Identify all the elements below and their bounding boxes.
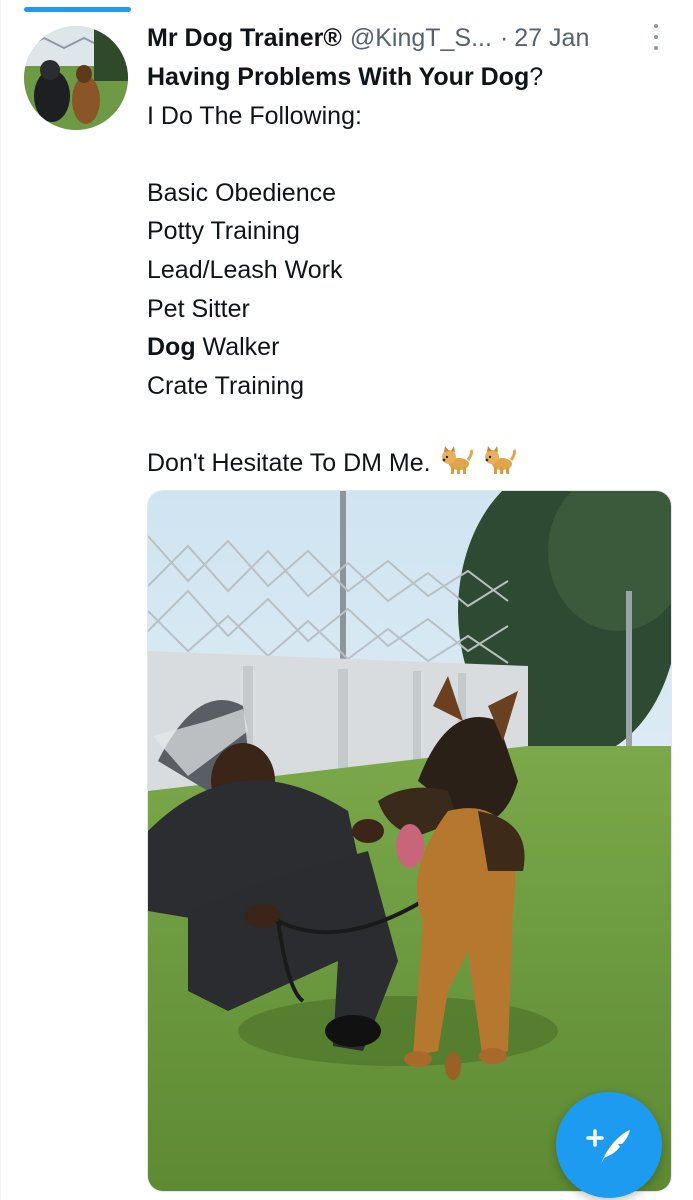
highlight-text: Having Problems With Your Dog (147, 63, 530, 91)
active-tab-indicator (24, 7, 131, 12)
tweet-line-5: Potty Training (147, 217, 300, 246)
highlight-text: Dog (147, 333, 196, 362)
tweet-line-8-rest: Walker (195, 333, 280, 362)
tweet-line-2: I Do The Following: (147, 101, 362, 130)
compose-tweet-icon (586, 1129, 630, 1164)
tweet-line-11-text: Don't Hesitate To DM Me. (147, 448, 431, 477)
timeline-border (0, 0, 1, 1200)
tweet-text: Having Problems With Your Dog? I Do The … (147, 58, 667, 483)
tweet-line-7: Pet Sitter (147, 294, 250, 323)
tweet-line-1: Having Problems With Your Dog? (147, 58, 667, 97)
tweet-line-6: Lead/Leash Work (147, 255, 343, 284)
dog-emoji-icon (440, 445, 474, 487)
author-name[interactable]: Mr Dog Trainer® (147, 24, 342, 53)
tweet-line-9: Crate Training (147, 371, 305, 400)
tweet-line-8: Dog Walker (147, 328, 667, 367)
question-mark: ? (529, 63, 544, 91)
author-handle[interactable]: @KingT_S... (350, 24, 492, 53)
tweet-photo[interactable] (147, 490, 672, 1192)
tweet-line-4: Basic Obedience (147, 178, 337, 207)
compose-tweet-button[interactable] (556, 1092, 662, 1198)
more-vertical-icon[interactable] (651, 24, 661, 50)
author-avatar[interactable] (24, 26, 128, 130)
tweet-date[interactable]: 27 Jan (514, 24, 589, 53)
tweet-header: Mr Dog Trainer® @KingT_S... · 27 Jan (147, 22, 665, 54)
tweet-line-11: Don't Hesitate To DM Me. (147, 444, 667, 483)
separator-dot: · (499, 23, 509, 52)
avatar-image (24, 26, 128, 130)
photo-illustration (148, 491, 671, 1191)
dog-emoji-icon (483, 445, 517, 487)
